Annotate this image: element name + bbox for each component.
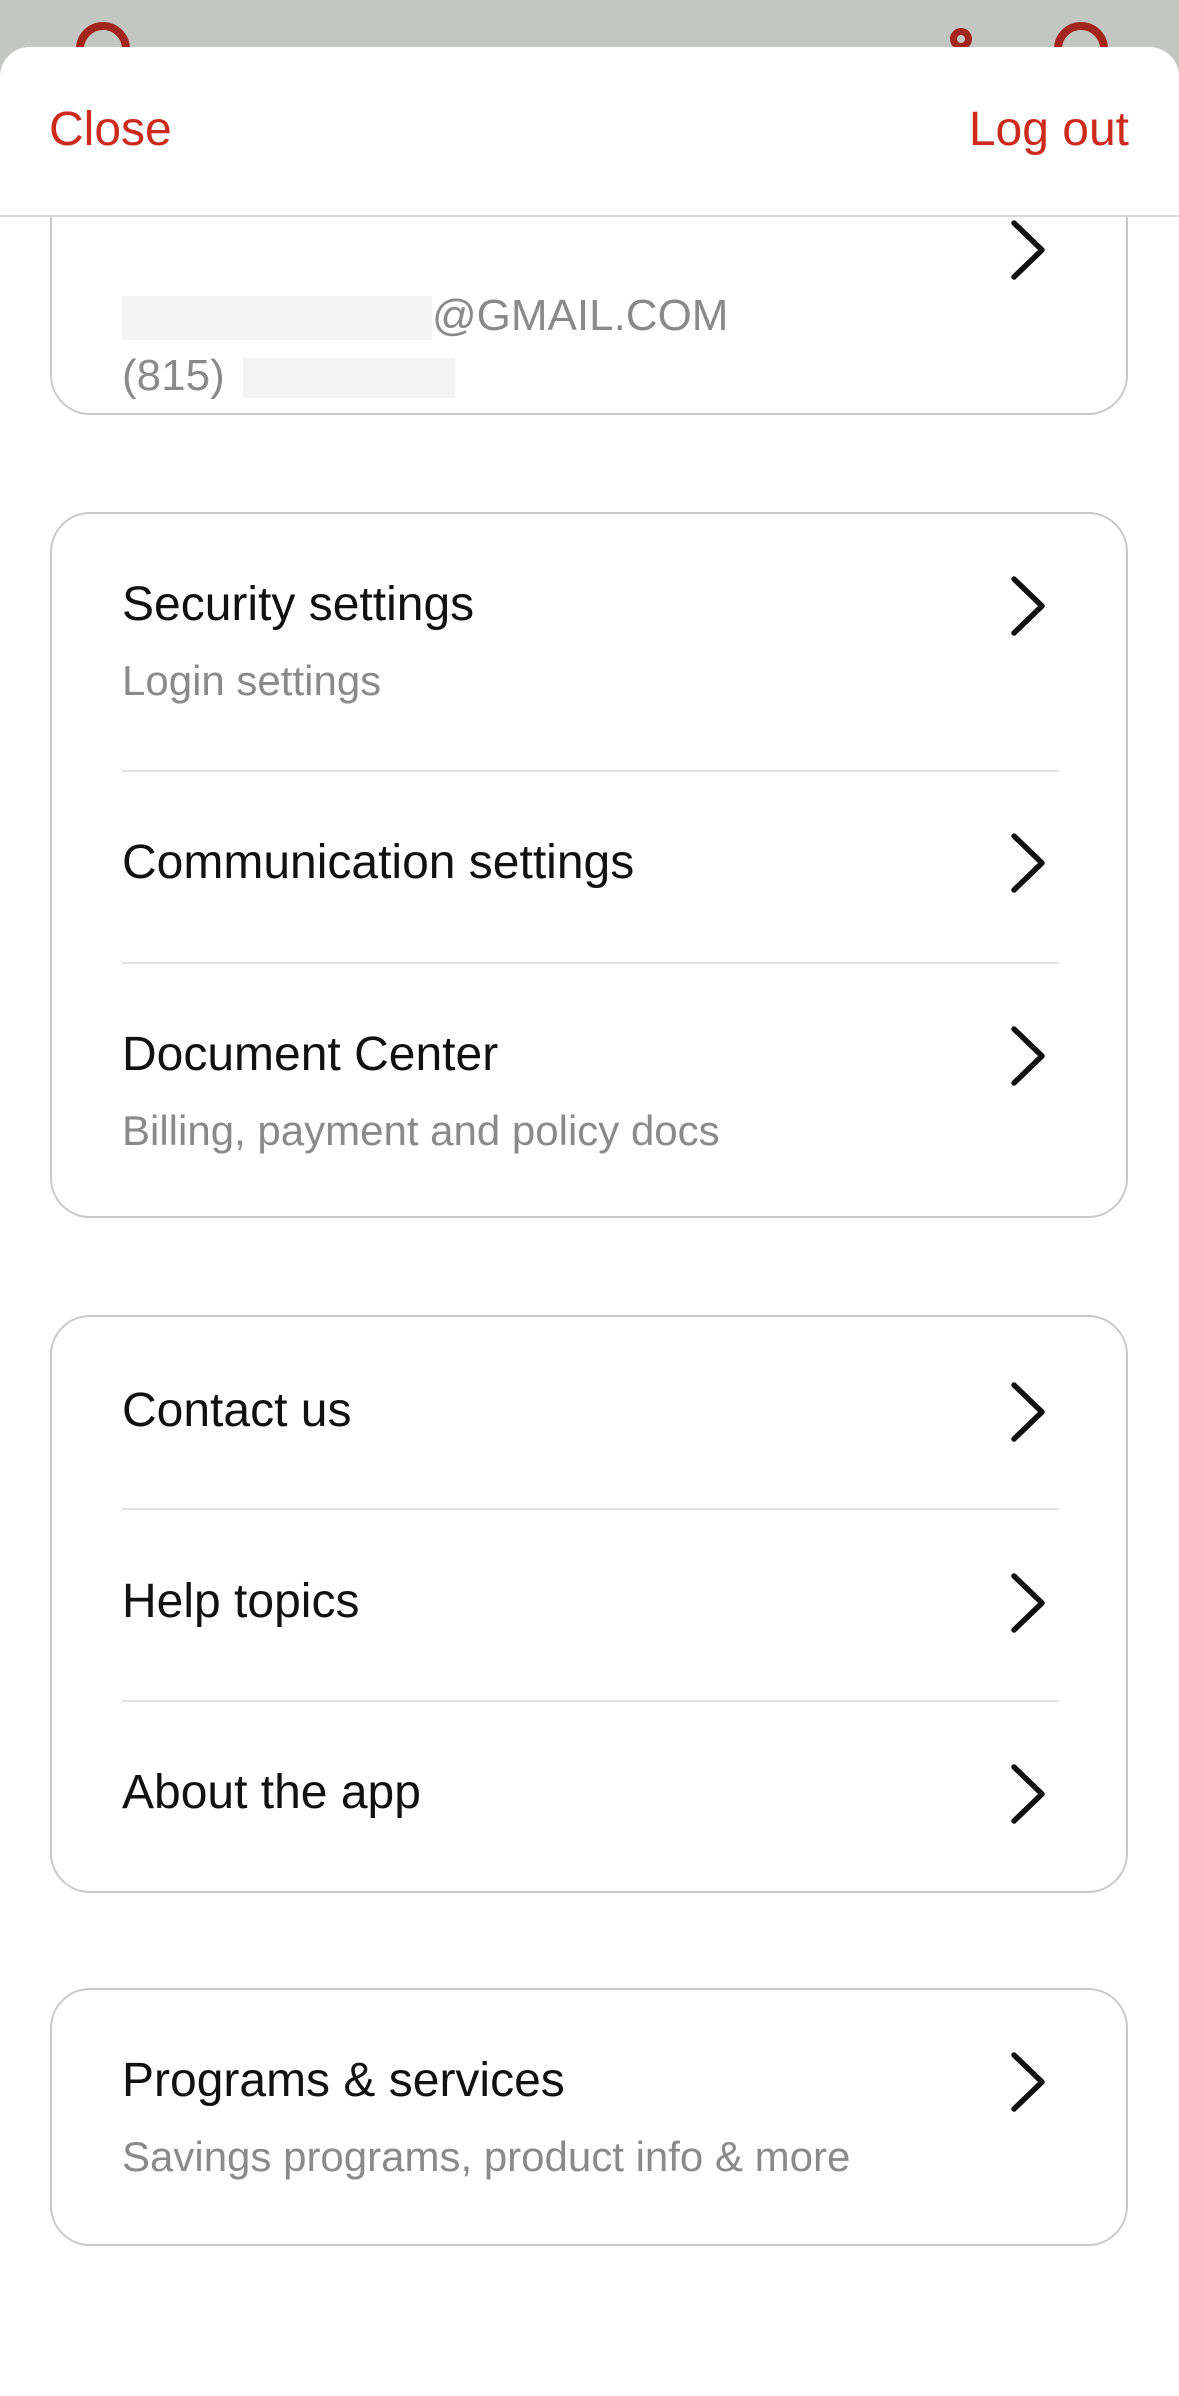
- redacted-email-name: [122, 296, 432, 341]
- profile-phone: (815): [122, 349, 455, 403]
- row-title: Communication settings: [122, 836, 635, 889]
- help-card: Contact us Help topics About the app: [50, 1315, 1128, 1893]
- logout-button[interactable]: Log out: [969, 101, 1129, 159]
- programs-services-row[interactable]: Programs & services Savings programs, pr…: [52, 1990, 1126, 2244]
- chevron-right-icon: [1011, 833, 1045, 893]
- sheet-header: Close Log out: [0, 47, 1179, 217]
- chevron-right-icon: [1011, 1026, 1045, 1086]
- row-title: Help topics: [122, 1575, 360, 1628]
- chevron-right-icon: [1011, 1573, 1045, 1633]
- chevron-right-icon: [1011, 1764, 1045, 1824]
- row-subtitle: Billing, payment and policy docs: [122, 1107, 720, 1154]
- programs-card: Programs & services Savings programs, pr…: [50, 1988, 1128, 2246]
- help-topics-row[interactable]: Help topics: [52, 1510, 1126, 1700]
- about-app-row[interactable]: About the app: [52, 1702, 1126, 1892]
- row-subtitle: Login settings: [122, 657, 382, 704]
- chevron-right-icon: [1011, 1382, 1045, 1442]
- security-settings-row[interactable]: Security settings Login settings: [52, 514, 1126, 770]
- row-title: About the app: [122, 1766, 421, 1819]
- document-center-row[interactable]: Document Center Billing, payment and pol…: [52, 964, 1126, 1216]
- communication-settings-row[interactable]: Communication settings: [52, 772, 1126, 962]
- row-subtitle: Savings programs, product info & more: [122, 2133, 851, 2180]
- account-settings-card: Security settings Login settings Communi…: [50, 512, 1128, 1218]
- chevron-right-icon: [1011, 2052, 1045, 2112]
- redacted-phone-number: [242, 358, 455, 399]
- row-title: Contact us: [122, 1384, 352, 1437]
- profile-email: @GMAIL.COM: [122, 289, 728, 343]
- row-title: Security settings: [122, 578, 475, 631]
- contact-us-row[interactable]: Contact us: [52, 1317, 1126, 1507]
- chevron-right-icon: [1011, 220, 1045, 280]
- account-sheet: Close Log out @GMAIL.COM (815) Security …: [0, 47, 1179, 2396]
- chevron-right-icon: [1011, 576, 1045, 636]
- close-button[interactable]: Close: [49, 101, 172, 159]
- row-title: Programs & services: [122, 2054, 565, 2107]
- row-title: Document Center: [122, 1028, 499, 1081]
